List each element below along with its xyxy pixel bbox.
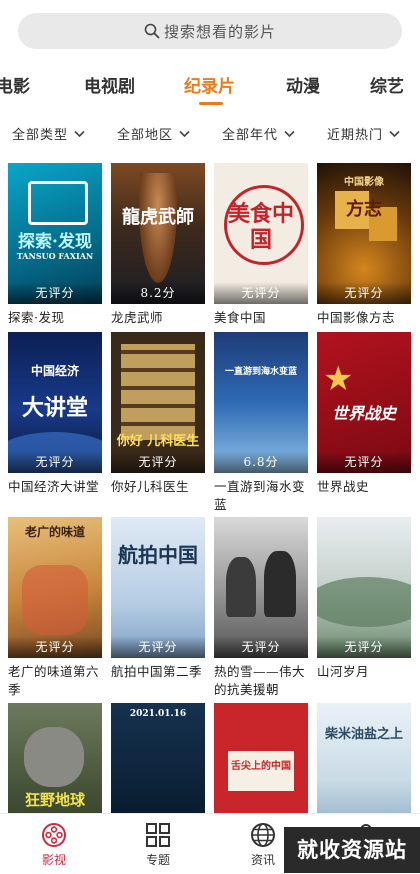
score-badge: 无评分: [214, 636, 308, 658]
poster-subtext: TANSUO FAXIAN: [16, 251, 94, 261]
poster-text: 一直游到海水变蓝: [224, 367, 297, 377]
movie-card[interactable]: 你好 儿科医生 无评分 你好儿科医生: [111, 332, 205, 496]
movie-title: 龙虎武师: [111, 310, 164, 325]
category-tabs: 电影 电视剧 纪录片 动漫 综艺: [0, 60, 420, 108]
movie-title: 中国影像方志: [317, 310, 396, 325]
chevron-down-icon: [179, 130, 190, 137]
movie-title: 你好儿科医生: [111, 479, 190, 494]
poster-text: 龍虎武師: [122, 207, 194, 228]
search-icon: [144, 23, 160, 39]
score-badge: 无评分: [317, 636, 411, 658]
film-reel-icon: [42, 823, 66, 847]
active-tab-indicator: [199, 102, 223, 105]
movie-title: 航拍中国第二季: [111, 664, 203, 679]
filter-type[interactable]: 全部类型: [12, 124, 85, 143]
score-badge: 无评分: [214, 282, 308, 304]
score-badge: 无评分: [8, 451, 102, 473]
poster-text: 探索·发现: [18, 232, 92, 252]
poster-subtext: 中国经济: [30, 364, 79, 378]
movie-title: 山河岁月: [317, 664, 370, 679]
score-badge: 无评分: [317, 282, 411, 304]
poster: 你好 儿科医生 无评分: [111, 332, 205, 473]
chevron-down-icon: [74, 130, 85, 137]
movie-card[interactable]: 无评分 热的雪——伟大的抗美援朝: [214, 517, 308, 699]
nav-film[interactable]: 影视: [24, 822, 84, 868]
search-placeholder: 搜索想看的影片: [163, 22, 276, 41]
poster: ★ 世界战史 无评分: [317, 332, 411, 473]
movie-card[interactable]: 无评分 山河岁月: [317, 517, 411, 681]
poster-text: 大讲堂: [21, 395, 88, 421]
nav-film-label: 影视: [41, 853, 66, 867]
poster: 无评分: [214, 517, 308, 658]
poster: 无评分: [317, 517, 411, 658]
poster-text: 世界战史: [331, 404, 396, 423]
nav-topics[interactable]: 专题: [128, 822, 188, 868]
score-badge: 8.2分: [111, 282, 205, 304]
poster-text: 2021.01.16: [129, 709, 187, 719]
poster-text: 狂野地球: [24, 791, 85, 809]
tab-movie[interactable]: 电影: [0, 72, 30, 97]
chevron-down-icon: [284, 130, 295, 137]
score-badge: 6.8分: [214, 451, 308, 473]
tab-tv[interactable]: 电视剧: [84, 72, 135, 97]
filter-type-label: 全部类型: [12, 128, 69, 143]
nav-news-label: 资讯: [250, 853, 275, 867]
poster: 老广的味道 无评分: [8, 517, 102, 658]
poster-text: 航拍中国: [118, 543, 198, 567]
movie-card[interactable]: 老广的味道 无评分 老广的味道第六季: [8, 517, 102, 699]
score-badge: 无评分: [111, 451, 205, 473]
movie-card[interactable]: 探索·发现 TANSUO FAXIAN 无评分 探索·发现: [8, 163, 102, 327]
chevron-down-icon: [389, 130, 400, 137]
movie-title: 美食中国: [214, 310, 267, 325]
filter-year[interactable]: 全部年代: [222, 124, 295, 143]
poster-text: 柴米油盐之上: [324, 727, 403, 742]
movie-card[interactable]: 龍虎武師 8.2分 龙虎武师: [111, 163, 205, 327]
poster-subtext: 中国影像: [344, 177, 384, 188]
tab-anime[interactable]: 动漫: [286, 72, 320, 97]
movie-title: 老广的味道第六季: [8, 664, 100, 697]
score-badge: 无评分: [8, 636, 102, 658]
movie-card[interactable]: 美食中国 无评分 美食中国: [214, 163, 308, 327]
grid-icon: [146, 823, 170, 847]
poster: 中国经济 大讲堂 无评分: [8, 332, 102, 473]
poster: 美食中国 无评分: [214, 163, 308, 304]
filter-region[interactable]: 全部地区: [117, 124, 190, 143]
movie-title: 探索·发现: [8, 310, 65, 325]
movie-title: 一直游到海水变蓝: [214, 479, 306, 512]
poster: 航拍中国 无评分: [111, 517, 205, 658]
movie-card[interactable]: 航拍中国 无评分 航拍中国第二季: [111, 517, 205, 681]
poster-text: 美食中国: [228, 201, 295, 253]
movie-card[interactable]: ★ 世界战史 无评分 世界战史: [317, 332, 411, 496]
movie-title: 世界战史: [317, 479, 370, 494]
movie-card[interactable]: 一直游到海水变蓝 6.8分 一直游到海水变蓝: [214, 332, 308, 514]
watermark-overlay: 就收资源站: [284, 827, 420, 873]
tab-variety[interactable]: 综艺: [370, 72, 404, 97]
poster-text: 你好 儿科医生: [116, 434, 200, 449]
score-badge: 无评分: [8, 282, 102, 304]
filter-sort[interactable]: 近期热门: [327, 124, 400, 143]
filter-region-label: 全部地区: [117, 128, 174, 143]
globe-icon: [251, 823, 275, 847]
movie-title: 中国经济大讲堂: [8, 479, 100, 494]
score-badge: 无评分: [111, 636, 205, 658]
score-badge: 无评分: [317, 451, 411, 473]
search-bar[interactable]: 搜索想看的影片: [18, 13, 402, 49]
nav-topics-label: 专题: [145, 853, 170, 867]
poster-text: 舌尖上的中国: [231, 761, 291, 772]
filter-bar: 全部类型 全部地区 全部年代 近期热门: [0, 118, 420, 150]
poster-text: 方志: [346, 199, 382, 220]
poster: 探索·发现 TANSUO FAXIAN 无评分: [8, 163, 102, 304]
poster-text: 老广的味道: [24, 525, 85, 539]
poster: 方志 中国影像 无评分: [317, 163, 411, 304]
movie-title: 热的雪——伟大的抗美援朝: [214, 664, 306, 697]
filter-sort-label: 近期热门: [327, 128, 384, 143]
movie-card[interactable]: 方志 中国影像 无评分 中国影像方志: [317, 163, 411, 327]
tab-documentary[interactable]: 纪录片: [184, 72, 235, 97]
filter-year-label: 全部年代: [222, 128, 279, 143]
poster: 龍虎武師 8.2分: [111, 163, 205, 304]
movie-card[interactable]: 中国经济 大讲堂 无评分 中国经济大讲堂: [8, 332, 102, 496]
poster: 一直游到海水变蓝 6.8分: [214, 332, 308, 473]
